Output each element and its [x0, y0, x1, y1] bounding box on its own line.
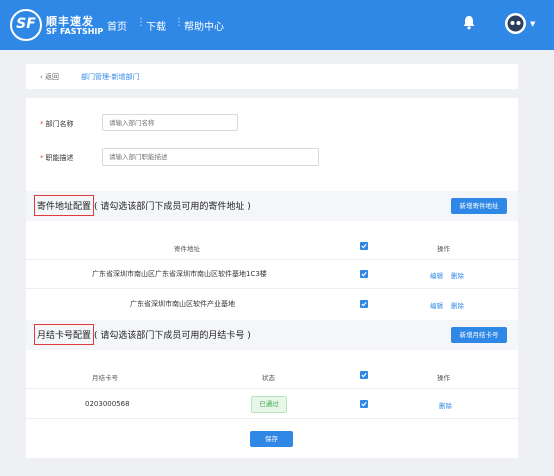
- row-divider: [26, 418, 518, 419]
- delete-address-link[interactable]: 删除: [451, 270, 464, 280]
- back-link[interactable]: ‹ 返回: [40, 72, 59, 82]
- address-section-title: 寄件地址配置( 请勾选该部门下成员可用的寄件地址 ): [34, 195, 251, 216]
- check-icon: [361, 401, 367, 407]
- card-section-header: 月结卡号配置( 请勾选该部门下成员可用的月结卡号 ) 新增月结卡号: [26, 320, 518, 350]
- edit-address-link[interactable]: 编辑: [430, 300, 443, 310]
- delete-card-link[interactable]: 删除: [439, 400, 452, 410]
- check-icon: [361, 372, 367, 378]
- nav-home[interactable]: 首页: [107, 18, 127, 33]
- column-header-status: 状态: [262, 374, 275, 382]
- address-row-checkbox[interactable]: [360, 270, 368, 278]
- address-section-header: 寄件地址配置( 请勾选该部门下成员可用的寄件地址 ) 新增寄件地址: [26, 191, 518, 221]
- dept-desc-label-text: 职能描述: [45, 154, 74, 162]
- nav-download[interactable]: 下载: [146, 18, 166, 33]
- breadcrumb-path: 部门管理-新增部门: [81, 73, 140, 81]
- new-department-form: *部门名称 *职能描述 寄件地址配置( 请勾选该部门下成员可用的寄件地址 ) 新…: [26, 98, 518, 458]
- nav-separator: ⋮: [174, 17, 184, 28]
- check-icon: [361, 271, 367, 277]
- required-mark: *: [40, 154, 44, 162]
- dept-desc-label: * 职能描述: [40, 153, 74, 163]
- select-all-card-checkbox[interactable]: [360, 371, 368, 379]
- check-icon: [361, 243, 367, 249]
- dept-name-input[interactable]: [102, 114, 238, 131]
- row-divider: [26, 259, 518, 260]
- nav-help-center[interactable]: 帮助中心: [184, 18, 224, 33]
- dept-desc-input[interactable]: [102, 148, 319, 166]
- bell-icon[interactable]: [462, 15, 476, 30]
- column-header-actions: 操作: [437, 245, 450, 253]
- card-section-title: 月结卡号配置( 请勾选该部门下成员可用的月结卡号 ): [34, 324, 251, 345]
- status-badge: 已通过: [251, 396, 287, 413]
- nav-separator: ⋮: [136, 17, 146, 28]
- row-divider: [26, 388, 518, 389]
- highlight-box: 寄件地址配置: [34, 195, 95, 216]
- save-button[interactable]: 保存: [250, 431, 293, 447]
- select-all-address-checkbox[interactable]: [360, 242, 368, 250]
- back-label: 返回: [45, 73, 60, 81]
- highlight-box: 月结卡号配置: [34, 324, 95, 345]
- column-header-card-number: 月结卡号: [92, 374, 118, 382]
- delete-address-link[interactable]: 删除: [451, 300, 464, 310]
- top-navigation-bar: SF 顺丰速发 SF FASTSHIP 首页 ⋮ 下载 ⋮ 帮助中心 ▼: [0, 0, 554, 50]
- add-card-button[interactable]: 新增月结卡号: [451, 327, 507, 343]
- avatar-face-icon: [507, 15, 524, 32]
- address-cell: 广东省深圳市南山区广东省深圳市南山区软件基地1C3楼: [92, 270, 267, 278]
- sf-logo-icon[interactable]: SF: [10, 9, 42, 41]
- card-section-hint: ( 请勾选该部门下成员可用的月结卡号 ): [94, 331, 251, 341]
- chevron-down-icon[interactable]: ▼: [530, 20, 535, 28]
- brand-name-en: SF FASTSHIP: [46, 27, 104, 36]
- card-number-cell: 0203000568: [85, 400, 130, 408]
- address-cell: 广东省深圳市南山区软件产业基地: [130, 300, 235, 308]
- add-address-button[interactable]: 新增寄件地址: [451, 198, 507, 214]
- column-header-actions: 操作: [437, 374, 450, 382]
- address-row-checkbox[interactable]: [360, 300, 368, 308]
- dept-name-label-text: 部门名称: [45, 120, 74, 128]
- address-section-hint: ( 请勾选该部门下成员可用的寄件地址 ): [94, 202, 251, 212]
- column-header-address: 寄件地址: [174, 245, 200, 253]
- edit-address-link[interactable]: 编辑: [430, 270, 443, 280]
- required-mark: *: [40, 120, 44, 128]
- check-icon: [361, 301, 367, 307]
- breadcrumb: ‹ 返回 部门管理-新增部门: [26, 64, 518, 89]
- dept-name-label: * 部门名称: [40, 119, 74, 129]
- card-row-checkbox[interactable]: [360, 400, 368, 408]
- row-divider: [26, 288, 518, 289]
- avatar[interactable]: [505, 13, 526, 34]
